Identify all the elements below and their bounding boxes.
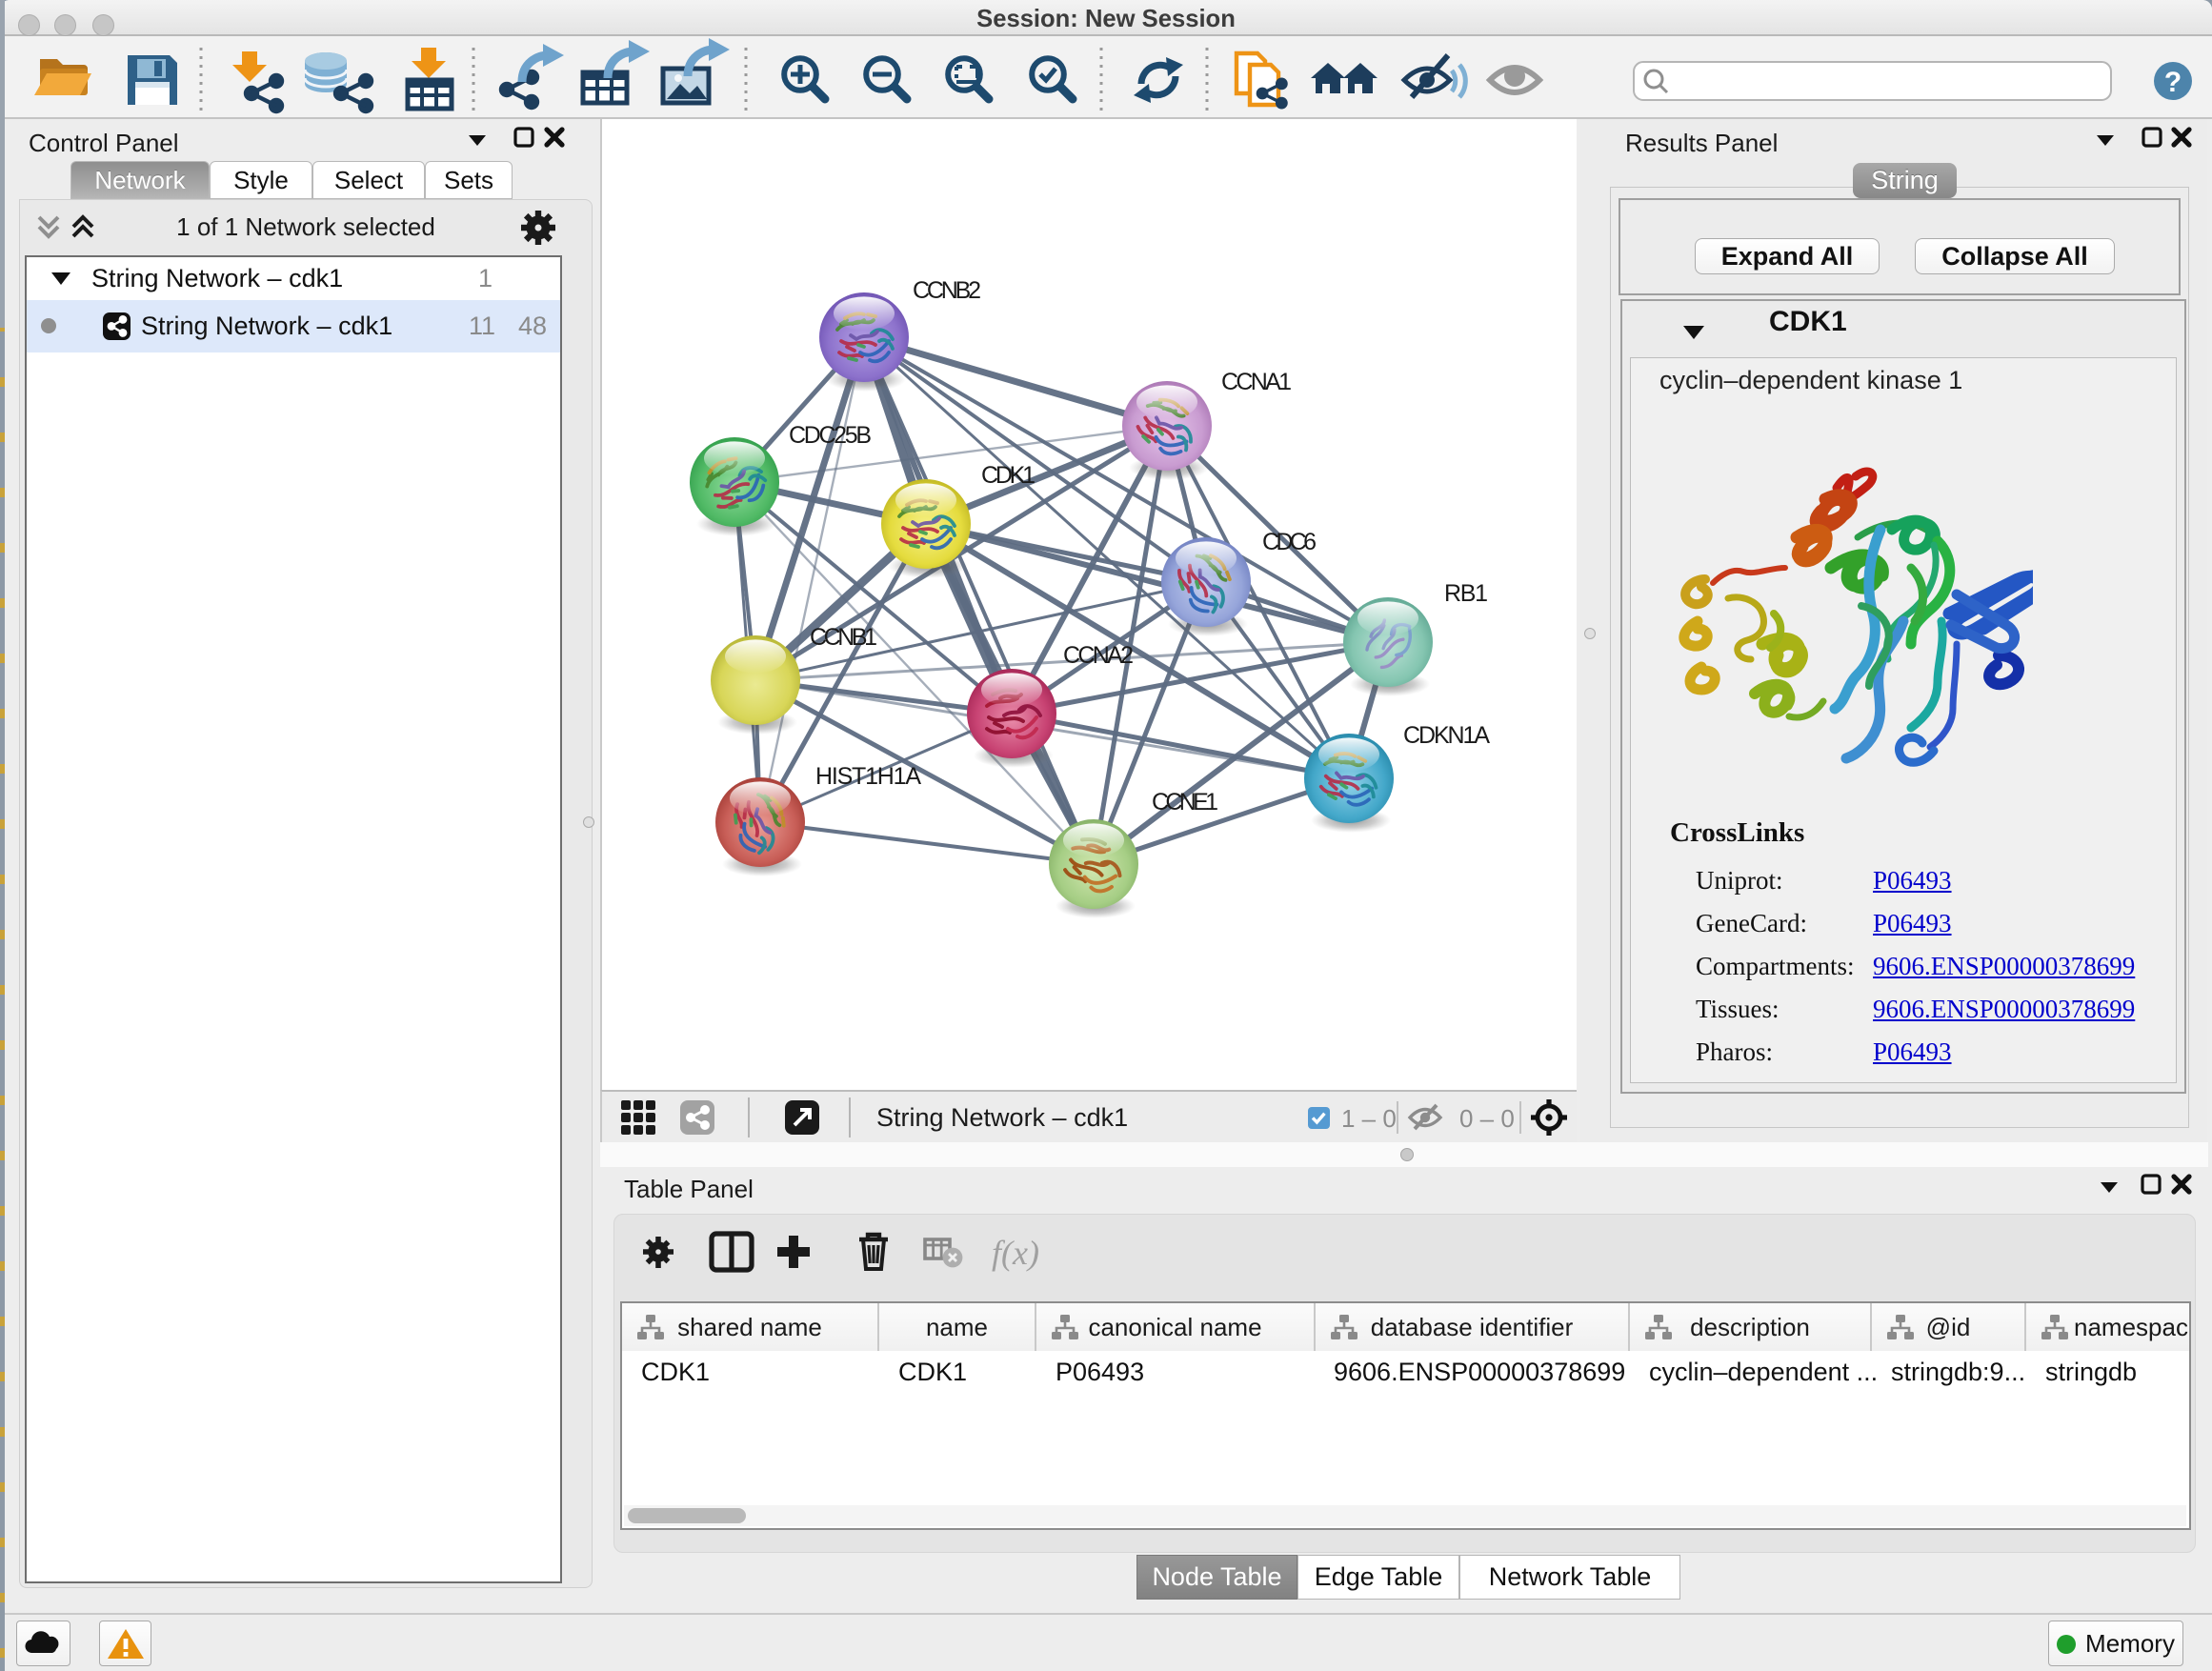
svg-text:f(x): f(x) [992,1234,1039,1272]
svg-text:CDK1: CDK1 [981,462,1036,489]
svg-text:CCNA2: CCNA2 [1063,642,1134,669]
svg-text:CDC6: CDC6 [1262,529,1317,555]
svg-text:HIST1H1A: HIST1H1A [815,763,921,790]
svg-text:CCNB1: CCNB1 [810,624,877,651]
svg-text:CDC25B: CDC25B [789,422,872,449]
svg-text:CCNB2: CCNB2 [913,277,981,304]
svg-text:String Network – cdk1: String Network – cdk1 [876,1103,1128,1132]
svg-text:?: ? [2164,67,2182,98]
svg-text:1 – 0: 1 – 0 [1341,1104,1397,1133]
svg-text:CDKN1A: CDKN1A [1403,722,1490,749]
svg-text:CCNA1: CCNA1 [1221,369,1292,395]
svg-text:RB1: RB1 [1444,580,1488,607]
svg-text:0 – 0: 0 – 0 [1459,1104,1515,1133]
svg-text:CCNE1: CCNE1 [1152,789,1218,815]
